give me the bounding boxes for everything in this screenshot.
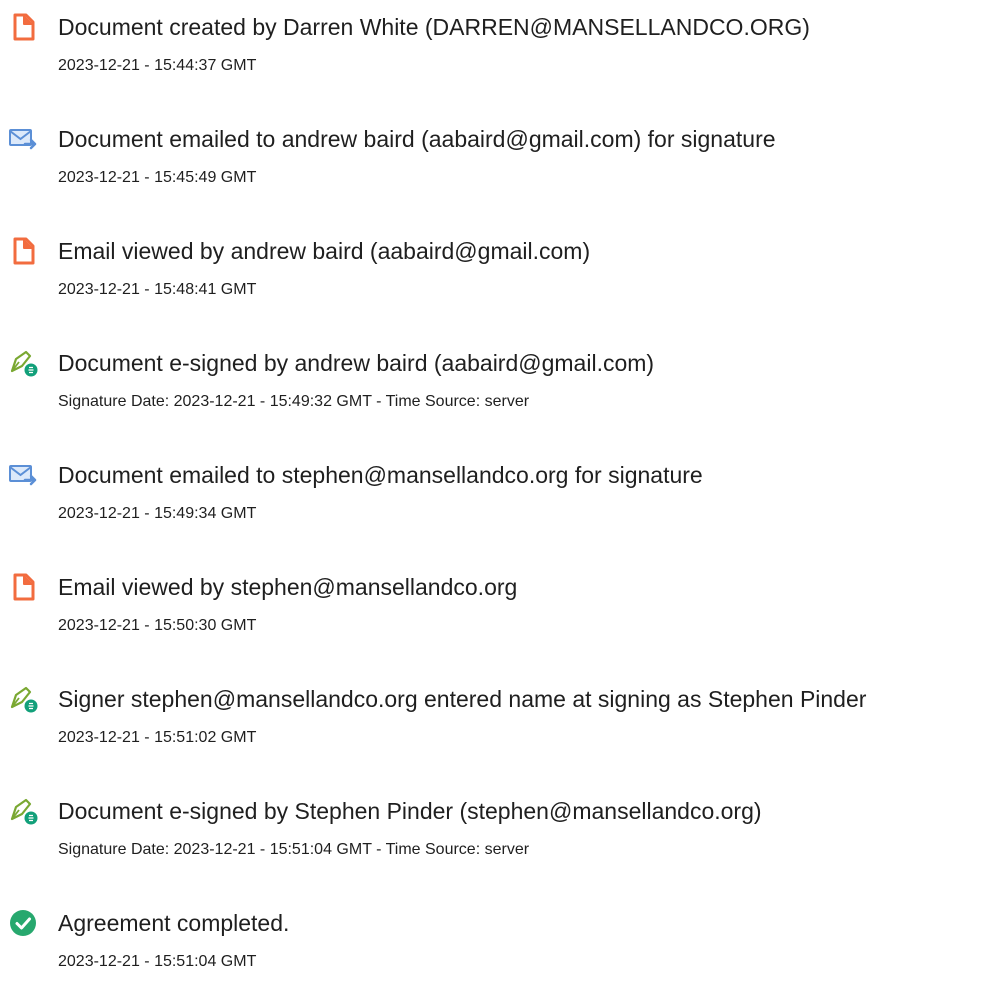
pen-sign-icon <box>8 684 38 714</box>
event-document-created: Document created by Darren White (DARREN… <box>0 12 996 112</box>
event-signature-detail: Signature Date: 2023-12-21 - 15:49:32 GM… <box>58 393 530 410</box>
event-timestamp: 2023-12-21 - 15:50:30 GMT <box>58 617 257 634</box>
event-title: Email viewed by andrew baird (aabaird@gm… <box>58 238 591 264</box>
event-signature-detail: Signature Date: 2023-12-21 - 15:51:04 GM… <box>58 841 530 858</box>
event-title: Document e-signed by Stephen Pinder (ste… <box>58 798 762 824</box>
event-timestamp: 2023-12-21 - 15:45:49 GMT <box>58 169 257 186</box>
event-title: Document e-signed by andrew baird (aabai… <box>58 350 655 376</box>
document-icon <box>8 572 38 602</box>
check-circle-icon <box>8 908 38 938</box>
event-timestamp: 2023-12-21 - 15:51:04 GMT <box>58 953 257 970</box>
pen-sign-icon <box>8 796 38 826</box>
event-timestamp: 2023-12-21 - 15:48:41 GMT <box>58 281 257 298</box>
event-title: Signer stephen@mansellandco.org entered … <box>58 686 867 712</box>
event-document-esigned: Document e-signed by andrew baird (aabai… <box>0 348 996 448</box>
event-document-emailed: Document emailed to andrew baird (aabair… <box>0 124 996 224</box>
event-title: Agreement completed. <box>58 910 290 936</box>
event-timestamp: 2023-12-21 - 15:49:34 GMT <box>58 505 257 522</box>
event-signer-entered-name: Signer stephen@mansellandco.org entered … <box>0 684 996 784</box>
event-email-viewed: Email viewed by stephen@mansellandco.org… <box>0 572 996 672</box>
event-timestamp: 2023-12-21 - 15:51:02 GMT <box>58 729 257 746</box>
email-send-icon <box>8 124 38 154</box>
event-timestamp: 2023-12-21 - 15:44:37 GMT <box>58 57 257 74</box>
document-icon <box>8 236 38 266</box>
email-send-icon <box>8 460 38 490</box>
event-agreement-completed: Agreement completed. 2023-12-21 - 15:51:… <box>0 908 996 1008</box>
event-title: Document created by Darren White (DARREN… <box>58 14 810 40</box>
document-icon <box>8 12 38 42</box>
event-email-viewed: Email viewed by andrew baird (aabaird@gm… <box>0 236 996 336</box>
event-title: Document emailed to andrew baird (aabair… <box>58 126 776 152</box>
event-title: Document emailed to stephen@mansellandco… <box>58 462 703 488</box>
event-title: Email viewed by stephen@mansellandco.org <box>58 574 518 600</box>
event-document-emailed: Document emailed to stephen@mansellandco… <box>0 460 996 560</box>
event-document-esigned: Document e-signed by Stephen Pinder (ste… <box>0 796 996 896</box>
pen-sign-icon <box>8 348 38 378</box>
